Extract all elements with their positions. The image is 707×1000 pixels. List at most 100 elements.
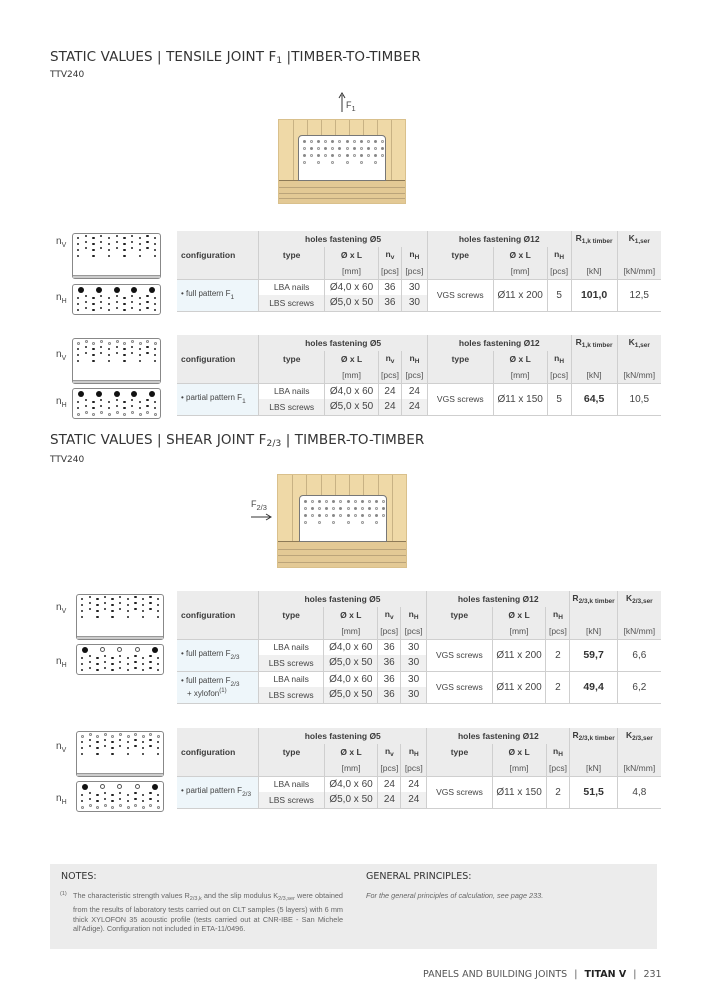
unit-kn-mm: [kN/mm]: [616, 760, 661, 776]
hole-dot: [107, 354, 111, 357]
header-dxl: Ø x L: [323, 744, 378, 760]
unit-mm: [mm]: [491, 760, 547, 776]
unit-pcs: [pcs]: [400, 760, 427, 776]
hole-dot: [146, 340, 150, 343]
hole-dot: [111, 604, 114, 607]
title-subscript: 2/3: [266, 439, 282, 449]
hole-dot: [157, 800, 160, 803]
plate-base: [77, 773, 163, 776]
large-hole: [113, 391, 120, 397]
table-row: • full pattern F1 LBA nails Ø4,0 x 60 36 30 V…: [177, 279, 661, 311]
hole-dot: [146, 301, 149, 304]
hole-dot: [100, 241, 103, 244]
hole-dot: [126, 800, 129, 803]
hole-dot: [107, 401, 111, 404]
hole-dot: [92, 342, 96, 345]
hole-dot: [100, 352, 103, 355]
header-k: K2/3,ser: [616, 728, 661, 744]
hole-dot: [107, 243, 111, 246]
hole-dot: [103, 798, 107, 801]
header-configuration: configuration: [181, 353, 236, 364]
hole-dot: [123, 309, 126, 312]
hole-dot: [339, 500, 343, 503]
fastener-nh: 24: [400, 399, 428, 415]
fastener-nh: 24: [400, 792, 427, 808]
hole-dot: [126, 616, 129, 619]
hole-dot: [154, 303, 157, 306]
hole-dot: [84, 295, 88, 298]
unit-pcs: [pcs]: [545, 623, 570, 639]
hole-dot: [84, 235, 88, 238]
unit-pcs: [pcs]: [546, 263, 572, 279]
hole-dot: [134, 608, 137, 611]
hole-dot: [317, 161, 321, 164]
fastener-dxl-12: Ø11 x 200: [491, 671, 546, 703]
hole-dot: [345, 161, 349, 164]
hole-dot: [88, 602, 91, 605]
hole-dot: [154, 354, 157, 357]
hole-dot: [119, 608, 122, 611]
values-table-tensile-full: configuration holes fastening Ø5 holes fas…: [177, 231, 661, 312]
hole-dot: [111, 616, 114, 619]
header-nh-12: nH: [546, 247, 572, 263]
fastener-nv: 36: [377, 279, 402, 295]
hole-dot: [304, 521, 307, 524]
hole-dot: [359, 161, 363, 164]
hole-dot: [367, 507, 371, 510]
general-principles-text: For the general principles of calculatio…: [366, 891, 544, 900]
hole-dot: [92, 354, 95, 357]
header-type-12: type: [426, 247, 494, 263]
fastener-dxl: Ø4,0 x 60: [324, 279, 379, 295]
header-k: K2/3,ser: [616, 591, 661, 607]
hole-dot: [310, 147, 314, 150]
hole-dot: [146, 352, 149, 355]
hole-dot: [119, 667, 122, 670]
title-text: | TIMBER-TO-TIMBER: [281, 432, 425, 448]
slip-modulus-value: 6,2: [616, 671, 661, 703]
hole-dot: [84, 399, 88, 402]
hole-dot: [81, 663, 84, 666]
unit-kn: [kN]: [570, 367, 618, 383]
fastener-nh: 30: [400, 687, 427, 703]
general-principles-title: GENERAL PRINCIPLES:: [366, 871, 472, 882]
hole-dot: [107, 303, 111, 306]
header-configuration: configuration: [181, 746, 236, 757]
header-dxl: Ø x L: [324, 351, 379, 367]
hole-dot: [84, 346, 88, 349]
fastener-nh: 30: [400, 639, 427, 655]
fastener-dxl: Ø5,0 x 50: [323, 792, 378, 808]
header-type-12: type: [426, 744, 493, 760]
hole-dot: [304, 500, 307, 503]
hole-dot: [134, 667, 137, 670]
hole-dot: [77, 303, 80, 306]
hole-dot: [157, 610, 160, 613]
fastener-type-12: VGS screws: [426, 639, 493, 671]
hole-dot: [149, 596, 152, 599]
plate-base: [73, 275, 160, 278]
hole-dot: [138, 407, 141, 410]
hole-dot: [119, 739, 122, 742]
wood-grain-line: [391, 475, 393, 541]
hole-dot: [107, 249, 111, 252]
hole-dot: [138, 237, 141, 240]
fastener-type: LBA nails: [258, 776, 325, 792]
configuration-cell: • full pattern F2/3 + xylofon(1): [177, 671, 259, 703]
hole-dot: [310, 154, 314, 157]
header-dxl-12: Ø x L: [492, 351, 548, 367]
hole-dot: [100, 247, 103, 250]
hole-dot: [77, 243, 80, 246]
nh-label: nH: [56, 793, 67, 806]
hole-dot: [130, 340, 134, 343]
header-type: type: [258, 247, 325, 263]
header-holes-5: holes fastening Ø5: [258, 231, 428, 247]
hole-dot: [154, 309, 157, 312]
hole-dot: [134, 733, 138, 736]
hole-dot: [367, 514, 371, 517]
hole-dot: [154, 407, 157, 410]
large-hole: [95, 287, 102, 293]
hole-dot: [359, 154, 363, 157]
hole-dot: [149, 792, 152, 795]
hole-dot: [317, 147, 321, 150]
fastener-dxl: Ø4,0 x 60: [323, 776, 378, 792]
hole-dot: [141, 747, 145, 750]
